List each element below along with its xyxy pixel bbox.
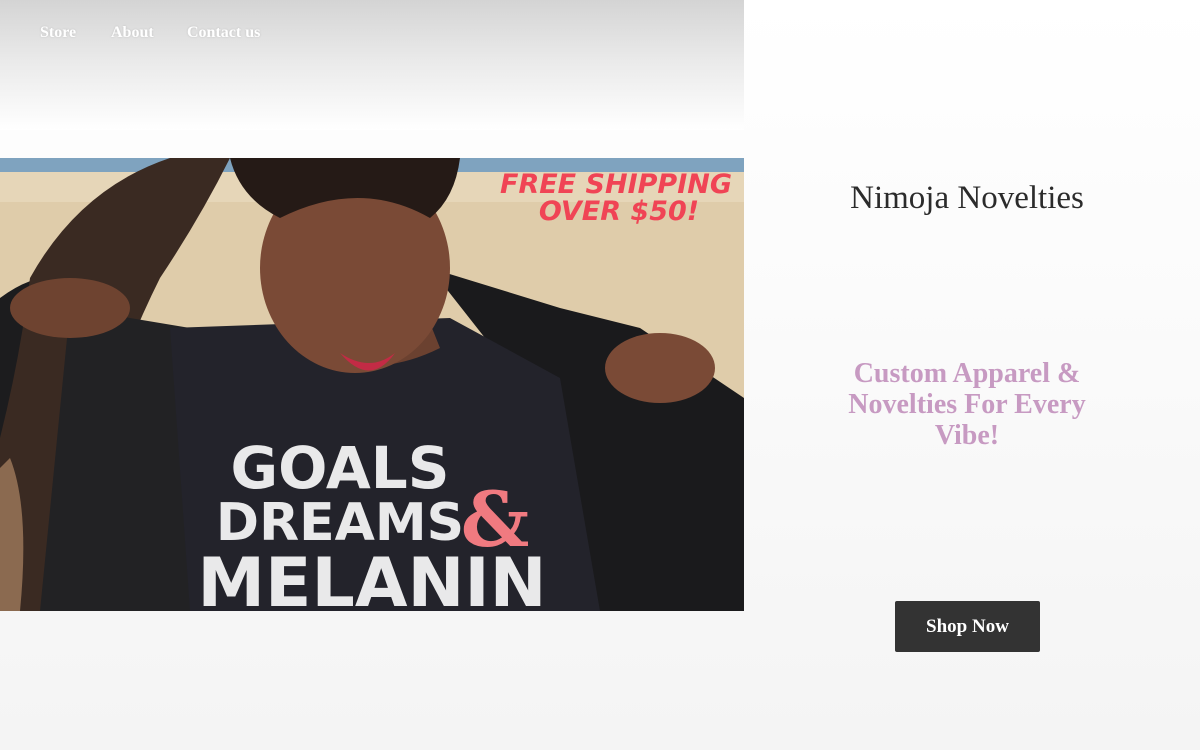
hero-image: FREE SHIPPING OVER $50! GOALS DREAMS & M… (0, 158, 744, 611)
top-navigation: Store About Contact us (0, 0, 744, 130)
nav-store-link[interactable]: Store (40, 24, 76, 42)
left-pane: Store About Contact us FREE SHIPPING OVE… (0, 0, 744, 750)
right-pane: Nimoja Novelties Custom Apparel & Novelt… (744, 0, 1200, 750)
shop-now-button[interactable]: Shop Now (895, 601, 1040, 652)
brand-title: Nimoja Novelties (850, 180, 1084, 216)
brand-tagline: Custom Apparel & Novelties For Every Vib… (848, 358, 1086, 451)
nav-about-link[interactable]: About (111, 24, 154, 42)
shirt-text-line1: GOALS (231, 434, 450, 502)
promo-line2: OVER $50! (539, 196, 699, 227)
nav-contact-link[interactable]: Contact us (187, 24, 260, 42)
shirt-text-line3: MELANIN (197, 544, 546, 611)
